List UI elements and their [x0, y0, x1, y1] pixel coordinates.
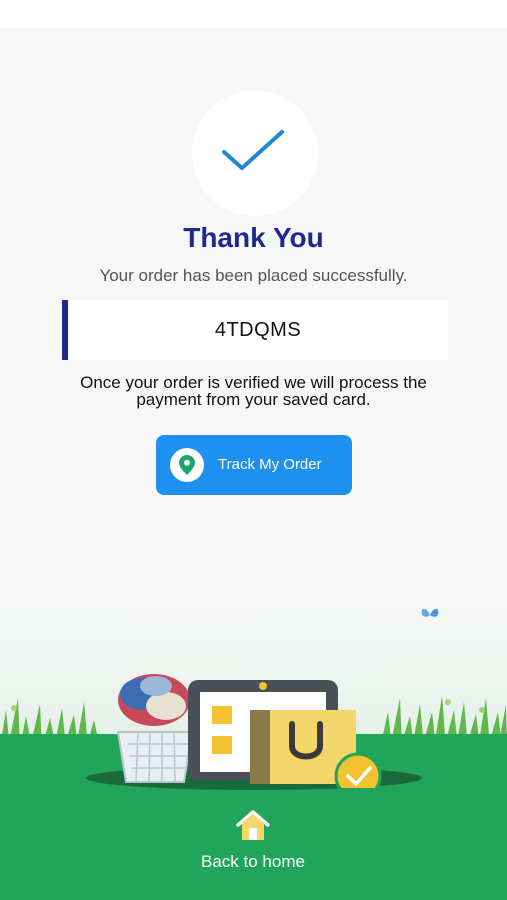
laundry-basket-icon: [116, 674, 194, 783]
location-pin-badge: [170, 448, 204, 482]
page-title: Thank You: [183, 222, 324, 253]
verification-note: Once your order is verified we will proc…: [30, 374, 477, 408]
laundry-shopping-illustration: [116, 674, 382, 788]
home-icon: [236, 810, 270, 840]
location-pin-icon: [179, 455, 195, 475]
check-badge-icon: [334, 752, 382, 788]
verification-note-line: Once your order is verified we will proc…: [80, 373, 427, 392]
success-badge: [192, 90, 318, 216]
verification-note-line: payment from your saved card.: [136, 390, 371, 409]
butterfly-icon: [421, 608, 439, 617]
track-order-button[interactable]: Track My Order: [156, 435, 352, 495]
order-id-box: 4TDQMS: [62, 300, 448, 360]
check-icon: [222, 130, 284, 170]
success-message: Your order has been placed successfully.: [99, 266, 408, 285]
back-to-home-label: Back to home: [201, 852, 305, 871]
back-to-home-link[interactable]: Back to home: [173, 806, 333, 876]
track-order-label: Track My Order: [218, 456, 322, 473]
order-success-screen: Thank You Your order has been placed suc…: [0, 28, 507, 900]
order-id: 4TDQMS: [214, 318, 302, 341]
